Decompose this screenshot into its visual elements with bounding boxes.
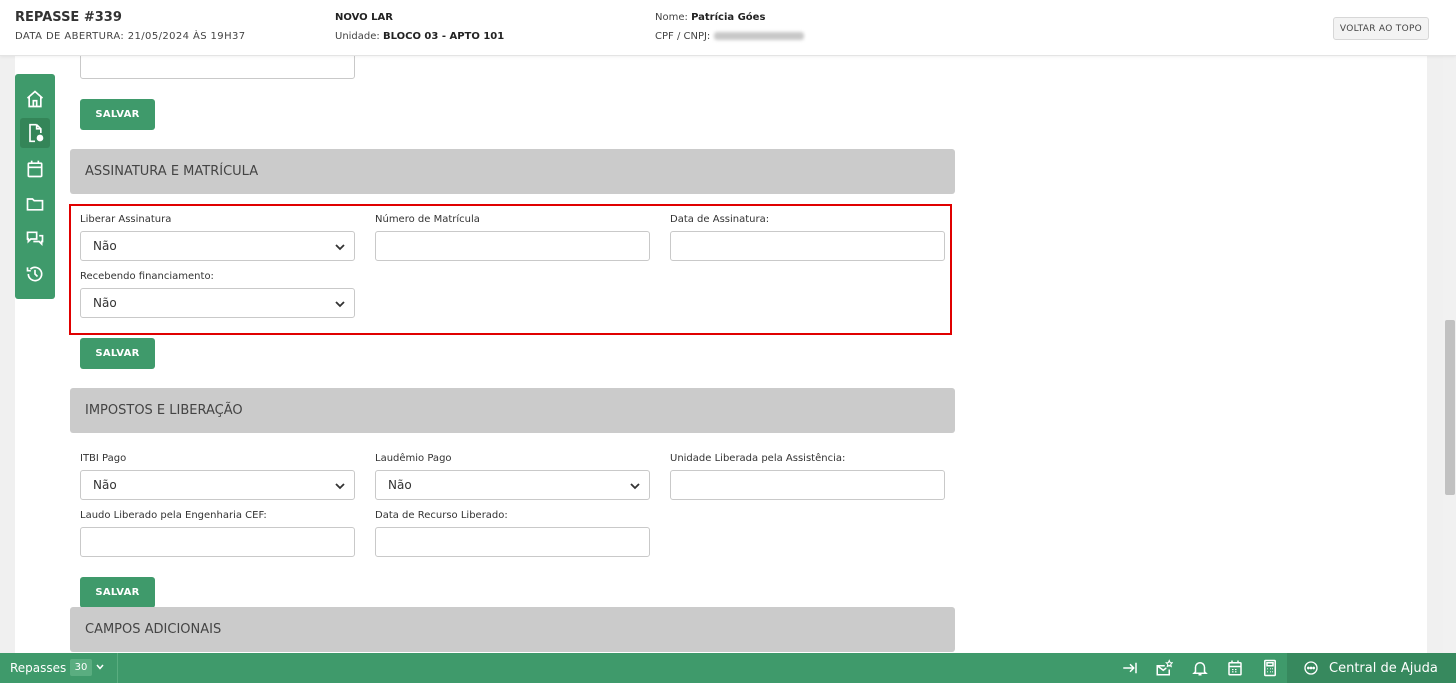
client-info: Nome: Patrícia Góes CPF / CNPJ: xyxy=(655,12,804,50)
repasses-count-badge: 30 xyxy=(70,659,92,676)
section-title-assinatura: ASSINATURA E MATRÍCULA xyxy=(85,164,259,179)
main-content xyxy=(15,56,1427,653)
section-title-impostos: IMPOSTOS E LIBERAÇÃO xyxy=(85,403,243,418)
laudo-cef-input[interactable] xyxy=(80,527,355,557)
name-label: Nome: xyxy=(655,12,688,23)
section-header-impostos: IMPOSTOS E LIBERAÇÃO xyxy=(70,388,955,433)
chevron-down-icon[interactable] xyxy=(95,662,105,672)
save-button-previous[interactable]: SALVAR xyxy=(80,99,155,130)
section-header-assinatura: ASSINATURA E MATRÍCULA xyxy=(70,149,955,194)
home-icon[interactable] xyxy=(20,84,50,114)
help-center-label: Central de Ajuda xyxy=(1329,661,1438,676)
history-icon[interactable] xyxy=(20,259,50,289)
calendar-icon[interactable] xyxy=(20,154,50,184)
chevron-down-icon xyxy=(335,483,345,490)
bell-icon[interactable] xyxy=(1191,659,1209,677)
laudo-cef-label: Laudo Liberado pela Engenharia CEF: xyxy=(80,510,267,521)
scrollbar-thumb[interactable] xyxy=(1445,320,1455,495)
repasses-label[interactable]: Repasses xyxy=(10,661,66,675)
cpf-label: CPF / CNPJ: xyxy=(655,31,711,42)
project-name: NOVO LAR xyxy=(335,12,393,23)
save-button-assinatura[interactable]: SALVAR xyxy=(80,338,155,369)
itbi-value: Não xyxy=(93,478,117,492)
document-icon[interactable] xyxy=(20,118,50,148)
opening-date: DATA DE ABERTURA: 21/05/2024 ÀS 19H37 xyxy=(15,31,246,42)
unidade-liberada-input[interactable] xyxy=(670,470,945,500)
collapse-right-icon[interactable] xyxy=(1121,659,1139,677)
chat-bubble-icon xyxy=(1304,661,1318,675)
section-header-adicionais: CAMPOS ADICIONAIS xyxy=(70,607,955,652)
laudemio-label: Laudêmio Pago xyxy=(375,453,452,464)
divider xyxy=(117,653,118,683)
side-nav xyxy=(15,74,55,299)
mail-star-icon[interactable] xyxy=(1155,659,1173,677)
unit-label: Unidade: xyxy=(335,31,380,42)
calculator-icon[interactable] xyxy=(1261,659,1279,677)
chevron-down-icon xyxy=(630,483,640,490)
save-button-impostos[interactable]: SALVAR xyxy=(80,577,155,608)
repasse-title: REPASSE #339 xyxy=(15,10,122,25)
page-header: REPASSE #339 DATA DE ABERTURA: 21/05/202… xyxy=(0,0,1456,56)
itbi-select[interactable]: Não xyxy=(80,470,355,500)
laudemio-value: Não xyxy=(388,478,412,492)
bottom-bar: Repasses 30 Central de Ajuda xyxy=(0,653,1456,683)
folder-icon[interactable] xyxy=(20,189,50,219)
help-center-button[interactable]: Central de Ajuda xyxy=(1287,653,1456,683)
laudemio-select[interactable]: Não xyxy=(375,470,650,500)
project-info: NOVO LAR Unidade: BLOCO 03 - APTO 101 xyxy=(335,12,504,50)
itbi-label: ITBI Pago xyxy=(80,453,127,464)
calendar-icon[interactable] xyxy=(1226,659,1244,677)
recurso-liberado-label: Data de Recurso Liberado: xyxy=(375,510,508,521)
recurso-liberado-input[interactable] xyxy=(375,527,650,557)
client-name: Patrícia Góes xyxy=(691,12,766,23)
chat-icon[interactable] xyxy=(20,224,50,254)
cpf-value-redacted xyxy=(713,32,804,40)
unit-value: BLOCO 03 - APTO 101 xyxy=(382,31,505,42)
unidade-liberada-label: Unidade Liberada pela Assistência: xyxy=(670,453,846,464)
section-title-adicionais: CAMPOS ADICIONAIS xyxy=(85,622,222,637)
highlight-box xyxy=(69,204,952,335)
back-to-top-button[interactable]: VOLTAR AO TOPO xyxy=(1333,17,1429,40)
